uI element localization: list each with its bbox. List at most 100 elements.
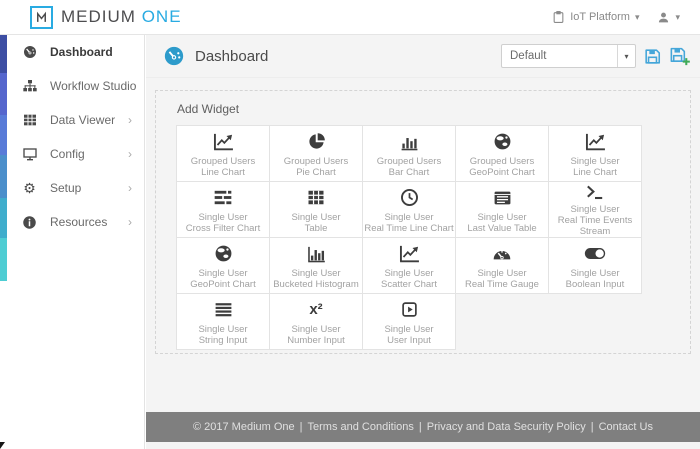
widget-type: Bucketed Histogram — [273, 278, 359, 290]
footer-link-privacy[interactable]: Privacy and Data Security Policy — [427, 421, 586, 433]
widget-type: Table — [304, 222, 328, 234]
dashboard-select[interactable]: Default ▾ — [501, 44, 636, 68]
sidebar-item-label: Config — [50, 147, 85, 161]
widget-single-geopoint-chart[interactable]: Single User GeoPoint Chart — [176, 237, 270, 294]
widget-type: String Input — [198, 334, 248, 346]
page-title: Dashboard — [195, 47, 269, 65]
globe-icon — [214, 242, 233, 266]
add-widget-title: Add Widget — [177, 102, 240, 116]
sidebar: Dashboard Workflow Studio Data Viewer › … — [0, 35, 145, 449]
sidebar-accent-strip — [0, 35, 7, 281]
line-chart-icon — [585, 130, 606, 154]
footer: © 2017 Medium One | Terms and Conditions… — [146, 412, 700, 442]
widget-type: Number Input — [287, 334, 345, 346]
widget-type: GeoPoint Chart — [469, 166, 535, 178]
widget-single-user-input[interactable]: Single User User Input — [362, 293, 456, 350]
chevron-right-icon: › — [128, 181, 132, 195]
widget-single-boolean-input[interactable]: Single User Boolean Input — [548, 237, 642, 294]
widget-single-last-value-table[interactable]: Single User Last Value Table — [455, 181, 549, 238]
cross-filter-icon — [213, 186, 233, 210]
footer-separator: | — [590, 421, 594, 433]
widget-group: Single User — [198, 267, 248, 279]
sidebar-item-dashboard[interactable]: Dashboard — [7, 35, 144, 69]
gauge-icon — [21, 44, 38, 60]
widget-grouped-pie-chart[interactable]: Grouped Users Pie Chart — [269, 125, 363, 182]
widget-group: Single User — [477, 267, 527, 279]
widget-type: Line Chart — [201, 166, 245, 178]
widget-single-cross-filter-chart[interactable]: Single User Cross Filter Chart — [176, 181, 270, 238]
footer-link-contact[interactable]: Contact Us — [599, 421, 653, 433]
footer-separator: | — [418, 421, 422, 433]
bar-chart-icon — [400, 130, 419, 154]
sidebar-item-config[interactable]: Config › — [7, 137, 144, 171]
widget-grouped-bar-chart[interactable]: Grouped Users Bar Chart — [362, 125, 456, 182]
clipboard-icon — [552, 10, 565, 24]
copyright-text: © 2017 Medium One — [192, 421, 295, 433]
widget-grouped-geopoint-chart[interactable]: Grouped Users GeoPoint Chart — [455, 125, 549, 182]
widget-group: Single User — [570, 155, 620, 167]
chevron-right-icon: › — [128, 215, 132, 229]
line-chart-icon — [213, 130, 234, 154]
dashboard-title-icon — [163, 45, 185, 67]
table-icon — [21, 112, 38, 128]
widget-type: Line Chart — [573, 166, 617, 178]
main-content: Dashboard Default ▾ Add Widget Grouped U… — [146, 35, 700, 449]
toggle-icon — [584, 242, 606, 266]
user-icon — [657, 11, 670, 24]
widget-group: Single User — [477, 211, 527, 223]
brand-primary: MEDIUM — [61, 7, 136, 26]
widget-single-bucketed-histogram[interactable]: Single User Bucketed Histogram — [269, 237, 363, 294]
widget-type: Real Time Events Stream — [557, 215, 633, 237]
gears-icon: ⚙ — [23, 180, 36, 196]
widget-single-string-input[interactable]: Single User String Input — [176, 293, 270, 350]
save-dashboard-as-button[interactable] — [669, 46, 691, 67]
user-menu[interactable]: ▾ — [651, 7, 686, 28]
widget-single-real-time-line-chart[interactable]: Single User Real Time Line Chart — [362, 181, 456, 238]
sidebar-item-resources[interactable]: Resources › — [7, 205, 144, 239]
widget-type: Pie Chart — [296, 166, 336, 178]
widget-group: Grouped Users — [283, 155, 349, 167]
widget-group: Single User — [291, 267, 341, 279]
sidebar-item-label: Data Viewer — [50, 113, 116, 127]
sidebar-item-workflow-studio[interactable]: Workflow Studio — [7, 69, 144, 103]
sidebar-item-label: Workflow Studio — [50, 79, 137, 93]
widget-group: Single User — [570, 204, 620, 215]
widget-single-scatter-chart[interactable]: Single User Scatter Chart — [362, 237, 456, 294]
platform-label: IoT Platform — [570, 11, 630, 23]
sidebar-item-label: Setup — [50, 181, 82, 195]
widget-type: Real Time Gauge — [465, 278, 539, 290]
widget-group: Grouped Users — [469, 155, 535, 167]
widget-single-table[interactable]: Single User Table — [269, 181, 363, 238]
medium-one-logo[interactable]: MEDIUM ONE — [30, 5, 182, 29]
chevron-right-icon: › — [128, 147, 132, 161]
clock-icon — [400, 186, 419, 210]
widget-type: Real Time Line Chart — [364, 222, 454, 234]
brand-name: MEDIUM ONE — [61, 7, 182, 27]
caret-down-icon: ▾ — [675, 11, 680, 22]
widget-group: Single User — [384, 323, 434, 335]
widget-type: Last Value Table — [467, 222, 537, 234]
sidebar-item-setup[interactable]: ⚙ Setup › — [7, 171, 144, 205]
footer-link-terms[interactable]: Terms and Conditions — [308, 421, 414, 433]
platform-menu[interactable]: IoT Platform ▾ — [546, 6, 645, 28]
save-dashboard-button[interactable] — [643, 47, 662, 66]
widget-group: Single User — [384, 211, 434, 223]
superscript-icon: x² — [309, 300, 323, 318]
scatter-chart-icon — [399, 242, 420, 266]
widget-group: Single User — [291, 323, 341, 335]
table-icon — [307, 186, 325, 210]
widget-single-real-time-gauge[interactable]: Single User Real Time Gauge — [455, 237, 549, 294]
widget-grid: Grouped Users Line Chart Grouped Users P… — [176, 125, 644, 350]
widget-single-line-chart[interactable]: Single User Line Chart — [548, 125, 642, 182]
widget-single-number-input[interactable]: x² Single User Number Input — [269, 293, 363, 350]
widget-type: User Input — [387, 334, 431, 346]
histogram-icon — [307, 242, 326, 266]
monitor-icon — [21, 146, 38, 162]
last-value-table-icon — [493, 186, 512, 210]
widget-grouped-line-chart[interactable]: Grouped Users Line Chart — [176, 125, 270, 182]
sidebar-item-data-viewer[interactable]: Data Viewer › — [7, 103, 144, 137]
widget-group: Single User — [291, 211, 341, 223]
widget-type: Bar Chart — [388, 166, 430, 178]
text-lines-icon — [214, 298, 233, 322]
widget-single-real-time-events-stream[interactable]: Single User Real Time Events Stream — [548, 181, 642, 238]
